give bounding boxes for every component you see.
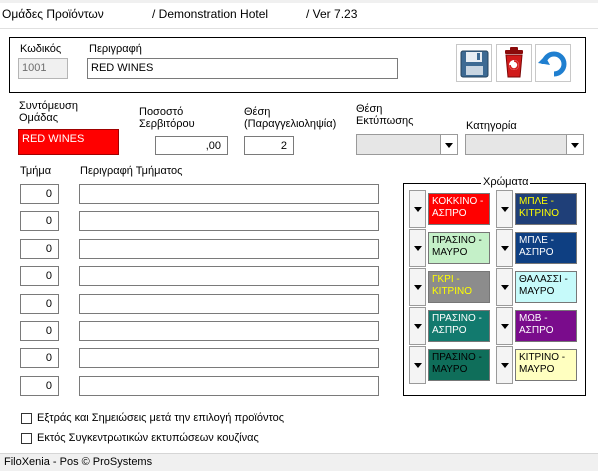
save-button[interactable]: [456, 44, 492, 82]
order-position-field[interactable]: 2: [244, 136, 294, 155]
section-number-field[interactable]: 0: [20, 348, 59, 369]
section-description-field[interactable]: [79, 238, 379, 259]
section-number-field[interactable]: 0: [20, 321, 59, 341]
section-description-field[interactable]: [79, 211, 379, 232]
chevron-down-icon: [413, 246, 422, 251]
section-description-label: Περιγραφή Τμήματος: [80, 165, 183, 177]
category-dropdown-button[interactable]: [566, 135, 583, 154]
chevron-down-icon: [500, 207, 509, 212]
waiter-percent-label: Ποσοστό Σερβιτόρου: [139, 106, 195, 130]
code-label: Κωδικός: [20, 43, 62, 55]
color-swatch[interactable]: ΘΑΛΑΣΣΙ - ΜΑΥΡΟ: [515, 271, 577, 303]
section-description-field[interactable]: [79, 375, 379, 396]
window-top-strip: [0, 0, 598, 3]
section-description-field[interactable]: [79, 293, 379, 314]
undo-icon: [538, 51, 567, 77]
section-description-field[interactable]: [79, 266, 379, 287]
delete-button[interactable]: [496, 44, 532, 82]
short-name-field[interactable]: RED WINES: [18, 129, 119, 155]
color-picker-button[interactable]: [409, 307, 426, 345]
section-description-field[interactable]: [79, 348, 379, 369]
color-picker-button[interactable]: [409, 190, 426, 228]
color-swatch[interactable]: ΠΡΑΣΙΝΟ - ΜΑΥΡΟ: [428, 349, 490, 381]
color-swatch[interactable]: ΜΠΛΕ - ΑΣΠΡΟ: [515, 232, 577, 264]
color-picker-button[interactable]: [409, 229, 426, 267]
print-position-select[interactable]: [356, 134, 458, 155]
extras-checkbox-label: Εξτράς και Σημειώσεις μετά την επιλογή π…: [37, 412, 285, 424]
chevron-down-icon: [413, 324, 422, 329]
code-field[interactable]: 1001: [18, 58, 68, 79]
order-position-label: Θέση (Παραγγελιοληψία): [244, 106, 337, 130]
save-icon: [460, 50, 489, 78]
color-picker-button[interactable]: [409, 346, 426, 384]
short-name-label: Συντόμευση Ομάδας: [19, 100, 78, 124]
section-number-field[interactable]: 0: [20, 238, 59, 259]
chevron-down-icon: [500, 324, 509, 329]
color-picker-button[interactable]: [496, 190, 513, 228]
print-position-label: Θέση Εκτύπωσης: [356, 103, 414, 127]
chevron-down-icon: [413, 285, 422, 290]
chevron-down-icon: [500, 285, 509, 290]
chevron-down-icon: [445, 142, 453, 148]
section-number-field[interactable]: 0: [20, 266, 59, 287]
kitchen-checkbox-label: Εκτός Συγκεντρωτικών εκτυπώσεων κουζίνας: [37, 432, 259, 444]
undo-button[interactable]: [535, 44, 571, 82]
color-swatch[interactable]: ΜΩΒ - ΑΣΠΡΟ: [515, 310, 577, 342]
chevron-down-icon: [413, 363, 422, 368]
section-number-field[interactable]: 0: [20, 293, 59, 314]
window-title: Ομάδες Προϊόντων: [2, 7, 104, 21]
hotel-name: / Demonstration Hotel: [152, 7, 269, 21]
version-label: / Ver 7.23: [306, 7, 358, 21]
kitchen-checkbox[interactable]: [21, 433, 32, 444]
title-separator: [0, 28, 598, 29]
section-number-label: Τμήμα: [20, 165, 52, 177]
color-picker-button[interactable]: [496, 268, 513, 306]
section-description-field[interactable]: [79, 184, 379, 204]
chevron-down-icon: [500, 246, 509, 251]
section-number-field[interactable]: 0: [20, 375, 59, 396]
print-position-dropdown-button[interactable]: [440, 135, 457, 154]
category-select[interactable]: [465, 134, 584, 155]
colors-legend: Χρώματα: [481, 176, 531, 188]
status-text: FiloXenia - Pos © ProSystems: [4, 456, 153, 468]
delete-icon: [505, 47, 523, 78]
status-bar: FiloXenia - Pos © ProSystems: [0, 453, 598, 471]
section-number-field[interactable]: 0: [20, 211, 59, 232]
color-swatch[interactable]: ΚΙΤΡΙΝΟ - ΜΑΥΡΟ: [515, 349, 577, 381]
chevron-down-icon: [500, 363, 509, 368]
color-picker-button[interactable]: [496, 346, 513, 384]
color-picker-button[interactable]: [409, 268, 426, 306]
category-label: Κατηγορία: [466, 120, 517, 132]
waiter-percent-field[interactable]: ,00: [155, 136, 228, 155]
color-swatch[interactable]: ΚΟΚΚΙΝΟ - ΑΣΠΡΟ: [428, 193, 490, 225]
color-swatch[interactable]: ΓΚΡΙ - ΚΙΤΡΙΝΟ: [428, 271, 490, 303]
section-description-field[interactable]: [79, 321, 379, 341]
chevron-down-icon: [413, 207, 422, 212]
color-swatch[interactable]: ΠΡΑΣΙΝΟ - ΜΑΥΡΟ: [428, 232, 490, 264]
section-number-field[interactable]: 0: [20, 184, 59, 204]
color-picker-button[interactable]: [496, 229, 513, 267]
chevron-down-icon: [571, 142, 579, 148]
color-picker-button[interactable]: [496, 307, 513, 345]
color-swatch[interactable]: ΠΡΑΣΙΝΟ - ΑΣΠΡΟ: [428, 310, 490, 342]
description-field[interactable]: RED WINES: [87, 58, 398, 79]
extras-checkbox[interactable]: [21, 413, 32, 424]
color-swatch[interactable]: ΜΠΛΕ - ΚΙΤΡΙΝΟ: [515, 193, 577, 225]
description-label: Περιγραφή: [89, 43, 142, 55]
